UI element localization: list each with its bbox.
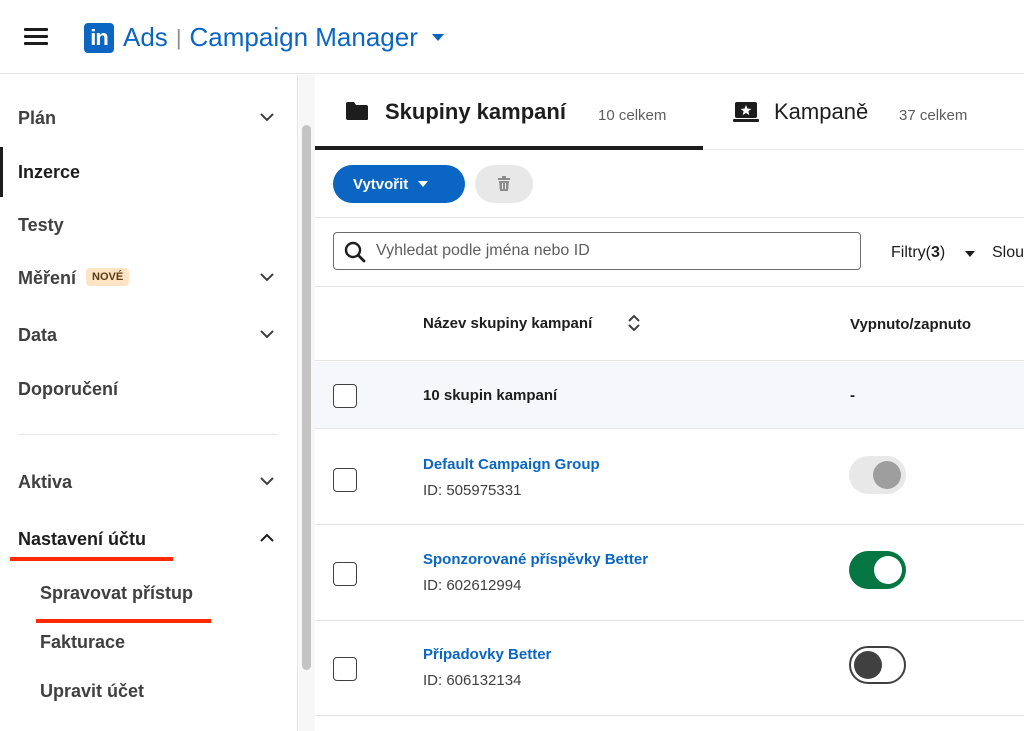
campaign-group-id: ID: 505975331 bbox=[423, 482, 522, 499]
table-summary-row: 10 skupin kampaní - bbox=[315, 362, 1024, 429]
caret-down-icon bbox=[418, 181, 429, 187]
sidebar-item-spravovat-pristup[interactable]: Spravovat přístup bbox=[0, 573, 298, 613]
create-button-label: Vytvořit bbox=[353, 175, 409, 193]
summary-toggle: - bbox=[850, 387, 855, 404]
sidebar-item-aktiva[interactable]: Aktiva bbox=[0, 462, 298, 502]
search-icon bbox=[344, 241, 366, 263]
product-name: Ads bbox=[123, 22, 168, 52]
tab-campaign-groups[interactable]: Skupiny kampaní 10 celkem bbox=[315, 75, 703, 150]
filters-button[interactable]: Filtry(3) bbox=[891, 244, 945, 262]
sidebar-item-testy[interactable]: Testy bbox=[0, 205, 298, 245]
campaign-group-name-link[interactable]: Default Campaign Group bbox=[423, 456, 600, 473]
linkedin-logo-icon: in bbox=[84, 22, 114, 53]
tab-count: 37 celkem bbox=[899, 107, 968, 124]
sidebar-item-upravit-ucet[interactable]: Upravit účet bbox=[0, 671, 298, 711]
table-row: Default Campaign Group ID: 505975331 bbox=[315, 430, 1024, 525]
filters-caret-icon[interactable] bbox=[965, 251, 975, 257]
sidebar-item-plan[interactable]: Plán bbox=[0, 98, 298, 138]
sidebar-item-label: Nastavení účtu bbox=[18, 529, 147, 549]
create-button[interactable]: Vytvořit bbox=[333, 165, 465, 203]
sidebar-item-mereni[interactable]: Měření NOVÉ bbox=[0, 258, 298, 298]
campaign-group-name-link[interactable]: Případovky Better bbox=[423, 646, 551, 663]
sidebar-item-label: Aktiva bbox=[18, 472, 73, 492]
table-header: Název skupiny kampaní Vypnuto/zapnuto bbox=[315, 287, 1024, 361]
sort-icon[interactable] bbox=[627, 314, 641, 332]
search-box bbox=[333, 232, 861, 270]
sidebar-item-nastaveni-uctu[interactable]: Nastavení účtu bbox=[0, 519, 298, 559]
row-checkbox[interactable] bbox=[333, 657, 357, 681]
column-header-toggle: Vypnuto/zapnuto bbox=[850, 316, 972, 333]
annotation-underline-access bbox=[36, 619, 211, 623]
chevron-up-icon bbox=[260, 533, 274, 542]
main-content: Skupiny kampaní 10 celkem Kampaně 37 cel… bbox=[315, 75, 1024, 731]
tab-count: 10 celkem bbox=[598, 107, 667, 124]
tab-label: Skupiny kampaní bbox=[385, 99, 566, 124]
top-bar: in Ads | Campaign Manager bbox=[0, 0, 1024, 74]
campaign-group-id: ID: 606132134 bbox=[423, 672, 522, 689]
annotation-underline-settings bbox=[10, 557, 173, 561]
sidebar-item-data[interactable]: Data bbox=[0, 315, 298, 355]
app-name: Campaign Manager bbox=[189, 22, 418, 52]
chevron-down-icon bbox=[260, 477, 274, 486]
sidebar-scrollbar-thumb[interactable] bbox=[302, 125, 311, 670]
chevron-down-icon bbox=[260, 273, 274, 282]
delete-button[interactable] bbox=[475, 165, 533, 203]
trash-icon bbox=[498, 176, 510, 191]
table-row: Případovky Better ID: 606132134 bbox=[315, 622, 1024, 716]
column-header-name[interactable]: Název skupiny kampaní bbox=[423, 315, 592, 332]
sidebar-item-label: Testy bbox=[18, 215, 64, 235]
brand-separator: | bbox=[175, 24, 182, 50]
hamburger-menu-icon[interactable] bbox=[24, 28, 48, 46]
table-row: Sponzorované příspěvky Better ID: 602612… bbox=[315, 526, 1024, 621]
brand-title: Ads | Campaign Manager bbox=[123, 22, 418, 53]
campaign-group-name-link[interactable]: Sponzorované příspěvky Better bbox=[423, 551, 648, 568]
campaign-star-icon bbox=[733, 102, 759, 122]
sidebar-item-label: Fakturace bbox=[40, 632, 126, 652]
toolbar: Vytvořit bbox=[315, 151, 1024, 218]
select-all-checkbox[interactable] bbox=[333, 384, 357, 408]
sidebar-item-label: Spravovat přístup bbox=[40, 583, 194, 603]
sidebar-item-label: Inzerce bbox=[18, 162, 81, 182]
row-checkbox[interactable] bbox=[333, 562, 357, 586]
folder-icon bbox=[346, 102, 368, 120]
search-row: Filtry(3) Slou bbox=[315, 219, 1024, 287]
sidebar-item-inzerce[interactable]: Inzerce bbox=[0, 147, 298, 197]
columns-button[interactable]: Slou bbox=[992, 244, 1024, 262]
sidebar-item-fakturace[interactable]: Fakturace bbox=[0, 622, 298, 662]
status-toggle[interactable] bbox=[849, 646, 906, 684]
sidebar-item-label: Upravit účet bbox=[40, 681, 145, 701]
new-badge: NOVÉ bbox=[86, 268, 130, 287]
sidebar-item-label: Měření NOVÉ bbox=[18, 268, 130, 289]
summary-label: 10 skupin kampaní bbox=[423, 387, 558, 404]
status-toggle[interactable] bbox=[849, 551, 906, 589]
account-switcher-caret-icon[interactable] bbox=[431, 34, 444, 41]
tab-bar: Skupiny kampaní 10 celkem Kampaně 37 cel… bbox=[315, 75, 1024, 150]
row-checkbox[interactable] bbox=[333, 468, 357, 492]
sidebar-item-doporuceni[interactable]: Doporučení bbox=[0, 369, 298, 409]
sidebar: Plán Inzerce Testy Měření NOVÉ Data Dopor… bbox=[0, 75, 298, 731]
sidebar-item-label: Plán bbox=[18, 108, 57, 128]
status-toggle[interactable] bbox=[849, 456, 906, 494]
chevron-down-icon bbox=[260, 330, 274, 339]
search-input[interactable] bbox=[376, 241, 846, 261]
tab-label: Kampaně bbox=[774, 99, 869, 124]
brand[interactable]: in Ads | Campaign Manager bbox=[84, 22, 444, 53]
sidebar-item-label: Doporučení bbox=[18, 379, 119, 399]
tab-campaigns[interactable]: Kampaně 37 celkem bbox=[703, 75, 1003, 150]
active-tab-indicator bbox=[315, 146, 703, 150]
chevron-down-icon bbox=[260, 113, 274, 122]
sidebar-divider bbox=[18, 434, 278, 435]
campaign-group-id: ID: 602612994 bbox=[423, 577, 522, 594]
filter-count: 3 bbox=[930, 244, 940, 261]
sidebar-item-label: Data bbox=[18, 325, 58, 345]
